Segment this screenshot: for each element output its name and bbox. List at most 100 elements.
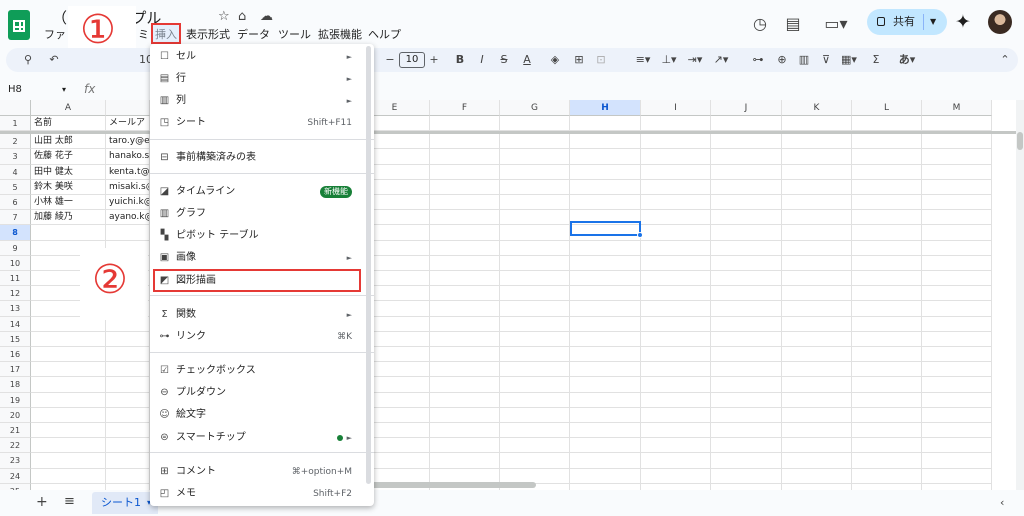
table-cell[interactable] — [711, 423, 782, 439]
row-header[interactable]: 10 — [0, 255, 31, 271]
table-cell[interactable] — [711, 149, 782, 165]
row-header[interactable]: 12 — [0, 286, 31, 302]
table-cell[interactable] — [782, 362, 852, 378]
table-cell[interactable] — [782, 316, 852, 332]
table-cell[interactable] — [922, 423, 992, 439]
table-cell[interactable] — [641, 255, 711, 271]
table-cell[interactable] — [570, 392, 641, 408]
table-cell[interactable] — [711, 195, 782, 211]
table-cell[interactable] — [430, 407, 500, 423]
wrap-icon[interactable]: ⇥▾ — [684, 48, 706, 72]
table-cell[interactable] — [711, 453, 782, 469]
table-cell[interactable] — [430, 240, 500, 256]
table-cell[interactable] — [782, 116, 852, 132]
table-cell[interactable] — [922, 134, 992, 150]
table-cell[interactable] — [570, 407, 641, 423]
fill-color-icon[interactable]: ◈ — [548, 48, 562, 72]
menu-item-memo[interactable]: ◰ メモ Shift+F2 — [150, 483, 374, 505]
table-cell[interactable] — [711, 392, 782, 408]
all-sheets-icon[interactable]: ≡ — [64, 494, 75, 509]
comment-icon[interactable]: ⊕ — [774, 48, 790, 72]
table-cell[interactable] — [922, 392, 992, 408]
row-header[interactable]: 19 — [0, 392, 31, 408]
table-cell[interactable] — [782, 271, 852, 287]
table-cell[interactable] — [430, 271, 500, 287]
table-cell[interactable] — [570, 423, 641, 439]
table-cell[interactable] — [782, 423, 852, 439]
table-cell[interactable] — [711, 116, 782, 132]
table-cell[interactable] — [852, 210, 922, 226]
table-cell[interactable] — [570, 240, 641, 256]
table-cell[interactable] — [711, 225, 782, 241]
table-cell[interactable] — [500, 347, 570, 363]
table-cell[interactable] — [641, 225, 711, 241]
table-cell[interactable] — [430, 255, 500, 271]
table-cell[interactable] — [641, 316, 711, 332]
table-cell[interactable] — [711, 134, 782, 150]
table-cell[interactable] — [106, 362, 150, 378]
table-cell[interactable] — [641, 164, 711, 180]
table-cell[interactable] — [711, 286, 782, 302]
table-cell[interactable] — [782, 164, 852, 180]
sheet-tab-active[interactable]: シート1 ▾ — [92, 492, 158, 514]
undo-icon[interactable]: ↶ — [46, 48, 62, 72]
table-cell[interactable] — [106, 468, 150, 484]
table-cell[interactable] — [31, 407, 106, 423]
table-cell[interactable]: 名前 — [31, 116, 106, 132]
chart-icon[interactable]: ▥ — [796, 48, 812, 72]
table-cell[interactable] — [500, 392, 570, 408]
table-cell[interactable] — [922, 468, 992, 484]
table-cell[interactable] — [922, 362, 992, 378]
menu-item-function[interactable]: Σ 関数 ► — [150, 304, 374, 326]
table-cell[interactable] — [430, 149, 500, 165]
menu-item-timeline[interactable]: ◪ タイムライン 新機能 — [150, 181, 374, 203]
table-cell[interactable] — [782, 407, 852, 423]
font-size-input[interactable]: 10 — [399, 52, 425, 68]
table-cell[interactable]: yuichi.k@ — [106, 195, 150, 211]
table-cell[interactable] — [852, 316, 922, 332]
table-cell[interactable] — [430, 225, 500, 241]
table-cell[interactable] — [782, 286, 852, 302]
table-cell[interactable] — [570, 116, 641, 132]
table-cell[interactable] — [852, 149, 922, 165]
table-cell[interactable] — [852, 286, 922, 302]
table-cell[interactable] — [106, 438, 150, 454]
menu-format[interactable]: 表示形式 — [186, 26, 230, 42]
menu-item-prebuilt-table[interactable]: ⊟ 事前構築済みの表 — [150, 147, 374, 169]
column-header[interactable]: A — [31, 100, 106, 116]
table-cell[interactable]: メールア — [106, 116, 150, 132]
table-cell[interactable] — [782, 468, 852, 484]
column-header[interactable]: I — [641, 100, 711, 116]
table-cell[interactable] — [711, 347, 782, 363]
table-cell[interactable] — [782, 195, 852, 211]
table-cell[interactable] — [782, 453, 852, 469]
menu-extensions[interactable]: 拡張機能 — [318, 26, 362, 42]
table-cell[interactable] — [570, 347, 641, 363]
collapse-toolbar-icon[interactable]: ⌃ — [998, 48, 1012, 72]
align-icon[interactable]: ≡▾ — [632, 48, 654, 72]
sheets-logo[interactable] — [8, 10, 30, 40]
table-cell[interactable] — [570, 453, 641, 469]
add-sheet-icon[interactable]: + — [36, 494, 48, 510]
table-cell[interactable] — [106, 392, 150, 408]
table-cell[interactable] — [852, 453, 922, 469]
menu-item-smart-chips[interactable]: ⊜ スマートチップ ► — [150, 427, 374, 449]
table-cell[interactable] — [711, 316, 782, 332]
row-header[interactable]: 23 — [0, 453, 31, 469]
table-cell[interactable]: 鈴木 美咲 — [31, 179, 106, 195]
table-cell[interactable]: 小林 雄一 — [31, 195, 106, 211]
table-cell[interactable] — [500, 453, 570, 469]
table-cell[interactable] — [430, 210, 500, 226]
table-cell[interactable]: 山田 太郎 — [31, 134, 106, 150]
table-cell[interactable] — [570, 164, 641, 180]
row-header[interactable]: 15 — [0, 331, 31, 347]
table-cell[interactable] — [641, 240, 711, 256]
table-cell[interactable] — [922, 116, 992, 132]
menu-item-cell[interactable]: ☐ セル ► — [150, 46, 374, 68]
table-cell[interactable] — [31, 423, 106, 439]
row-header[interactable]: 20 — [0, 407, 31, 423]
table-cell[interactable] — [852, 225, 922, 241]
merge-cells-icon[interactable]: ⊡ — [594, 48, 608, 72]
table-cell[interactable]: taro.y@ex — [106, 134, 150, 150]
table-cell[interactable] — [31, 347, 106, 363]
